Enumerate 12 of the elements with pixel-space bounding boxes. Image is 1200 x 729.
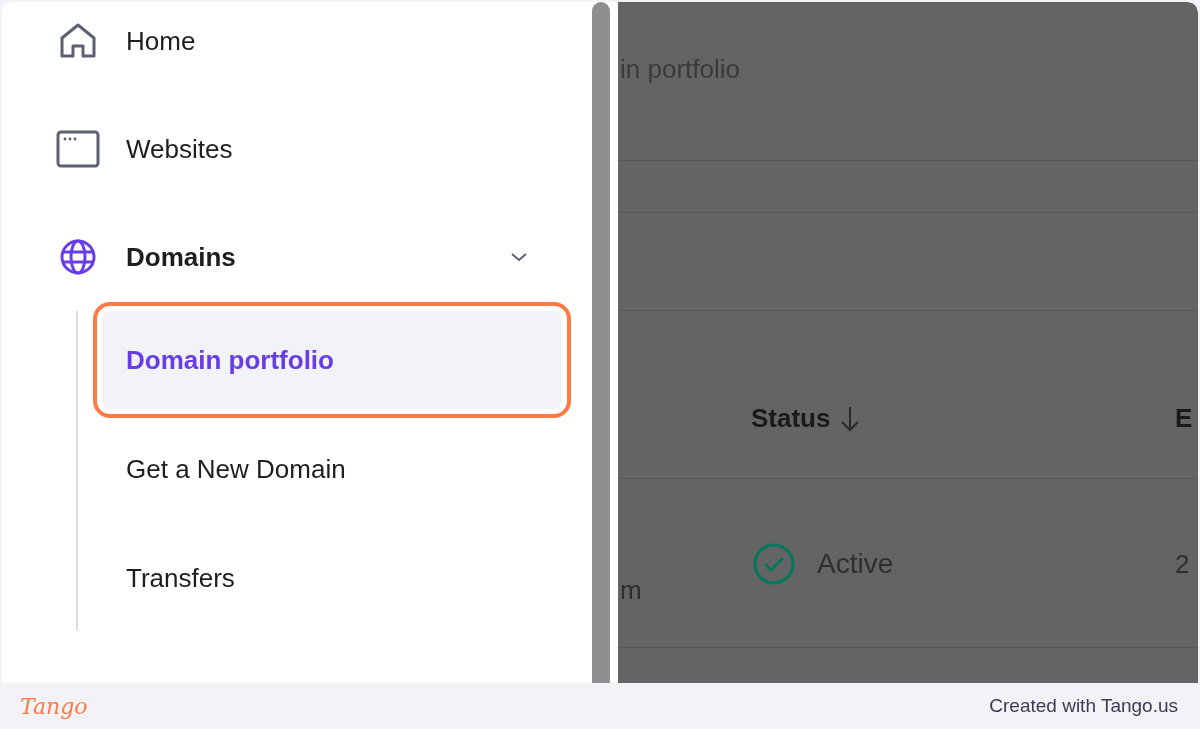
home-icon xyxy=(58,22,98,60)
check-circle-icon xyxy=(753,543,795,585)
submenu-item[interactable]: Get a New Domain xyxy=(102,420,562,518)
sidebar-item[interactable]: Domains xyxy=(2,203,592,311)
scrollbar[interactable] xyxy=(592,2,610,683)
sidebar-item[interactable]: Home xyxy=(2,2,592,95)
sidebar-item[interactable]: Websites xyxy=(2,95,592,203)
browser-window-icon xyxy=(56,130,100,168)
footer-caption: Created with Tango.us xyxy=(989,695,1178,717)
brand-logo: Tango xyxy=(20,693,88,719)
globe-icon xyxy=(59,238,97,276)
submenu-item[interactable]: Transfers xyxy=(102,529,562,627)
